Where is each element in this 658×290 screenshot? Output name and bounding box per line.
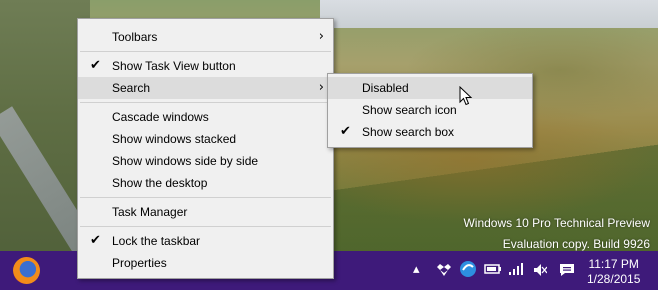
menu-item-label: Show the desktop — [112, 176, 208, 190]
menu-item-toolbars[interactable]: Toolbars › — [78, 26, 333, 48]
menu-item-show-windows-stacked[interactable]: Show windows stacked — [78, 128, 333, 150]
menu-item-cascade-windows[interactable]: Cascade windows — [78, 106, 333, 128]
menu-item-label: Show Task View button — [112, 59, 236, 73]
menu-item-label: Toolbars — [112, 30, 158, 44]
chevron-up-icon[interactable]: ▴ — [413, 263, 420, 277]
menu-item-properties[interactable]: Properties — [78, 252, 333, 274]
checkmark-icon: ✔ — [90, 233, 101, 248]
battery-icon[interactable] — [484, 263, 502, 279]
volume-mute-icon[interactable] — [533, 263, 548, 281]
checkmark-icon: ✔ — [90, 58, 101, 73]
menu-item-label: Cascade windows — [112, 110, 209, 124]
menu-item-label: Search — [112, 81, 151, 95]
submenu-item-show-search-box[interactable]: ✔ Show search box — [328, 121, 532, 143]
checkmark-icon: ✔ — [340, 124, 351, 139]
menu-item-label: Properties — [112, 256, 167, 270]
notification-icon[interactable] — [559, 263, 575, 281]
watermark-line-1: Windows 10 Pro Technical Preview — [463, 216, 650, 230]
sync-icon[interactable] — [459, 260, 477, 282]
submenu-item-show-search-icon[interactable]: Show search icon — [328, 99, 532, 121]
menu-item-label: Show windows side by side — [112, 154, 259, 168]
taskbar-clock[interactable]: 11:17 PM 1/28/2015 — [587, 257, 640, 287]
dropbox-icon[interactable] — [437, 263, 451, 281]
menu-item-label: Show windows stacked — [112, 132, 237, 146]
firefox-icon[interactable] — [13, 257, 40, 284]
submenu-item-label: Show search box — [362, 125, 455, 139]
menu-item-show-task-view[interactable]: ✔ Show Task View button — [78, 55, 333, 77]
menu-separator — [80, 102, 331, 103]
signal-icon[interactable] — [509, 263, 523, 279]
clock-time: 11:17 PM — [588, 257, 639, 271]
menu-item-label: Lock the taskbar — [112, 234, 201, 248]
menu-item-show-windows-side-by-side[interactable]: Show windows side by side — [78, 150, 333, 172]
chevron-right-icon: › — [318, 29, 324, 44]
chevron-right-icon: › — [318, 80, 324, 95]
submenu-item-disabled[interactable]: Disabled — [328, 77, 532, 99]
menu-item-search[interactable]: Search › — [78, 77, 333, 99]
menu-separator — [80, 197, 331, 198]
wallpaper-sky — [320, 0, 658, 28]
clock-date: 1/28/2015 — [587, 272, 641, 286]
search-submenu: Disabled Show search icon ✔ Show search … — [327, 73, 533, 148]
menu-item-show-desktop[interactable]: Show the desktop — [78, 172, 333, 194]
menu-item-label: Task Manager — [112, 205, 188, 219]
menu-item-task-manager[interactable]: Task Manager — [78, 201, 333, 223]
menu-item-lock-taskbar[interactable]: ✔ Lock the taskbar — [78, 230, 333, 252]
taskbar-context-menu: Toolbars › ✔ Show Task View button Searc… — [77, 18, 334, 279]
submenu-item-label: Disabled — [362, 81, 409, 95]
menu-separator — [80, 51, 331, 52]
menu-separator — [80, 226, 331, 227]
evaluation-watermark: Windows 10 Pro Technical Preview Evaluat… — [463, 213, 650, 255]
submenu-item-label: Show search icon — [362, 103, 457, 117]
